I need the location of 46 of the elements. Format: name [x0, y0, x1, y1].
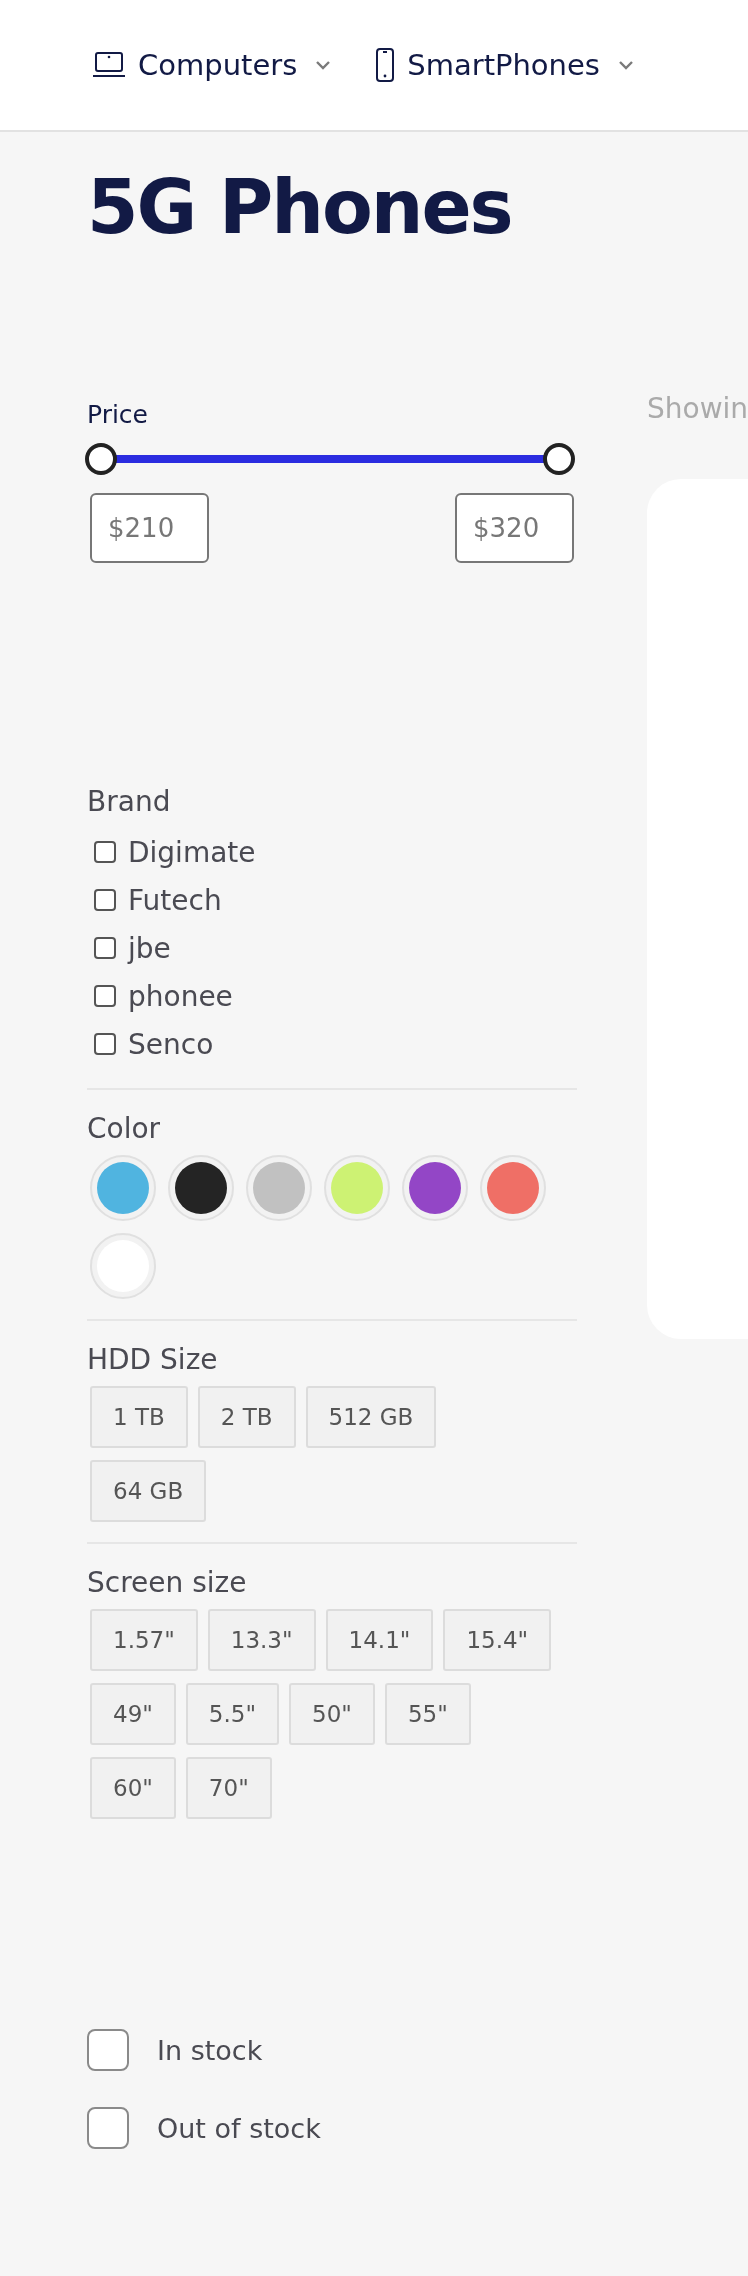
checkbox-label[interactable]: phonee: [128, 979, 233, 1013]
checkbox[interactable]: [94, 1033, 116, 1055]
checkbox[interactable]: [94, 841, 116, 863]
size-option[interactable]: 512 GB: [305, 1386, 437, 1448]
page-title: 5G Phones: [87, 163, 513, 252]
min-price-field[interactable]: $210: [90, 493, 209, 563]
size-option[interactable]: 5.5": [185, 1683, 280, 1745]
size-option[interactable]: 70": [185, 1757, 272, 1819]
size-option[interactable]: 15.4": [443, 1609, 552, 1671]
checkbox-label[interactable]: Senco: [128, 1027, 214, 1061]
filter-heading: Screen size: [87, 1566, 248, 1599]
checkbox[interactable]: [94, 889, 116, 911]
slider-handle[interactable]: [85, 443, 117, 475]
max-price-field[interactable]: $320: [455, 493, 574, 563]
slider-handle[interactable]: [543, 443, 575, 475]
filter-heading: Price: [87, 400, 149, 429]
nav-menu-item[interactable]: SmartPhones: [375, 48, 634, 82]
checkbox-label[interactable]: In stock: [157, 2034, 263, 2066]
size-option[interactable]: 13.3": [207, 1609, 316, 1671]
size-option[interactable]: 1 TB: [90, 1386, 188, 1448]
size-option[interactable]: 60": [90, 1757, 176, 1819]
price-range-slider[interactable]: [85, 443, 575, 475]
size-option[interactable]: 2 TB: [197, 1386, 296, 1448]
checkbox-label[interactable]: Futech: [128, 883, 222, 917]
checkbox-label[interactable]: jbe: [128, 931, 171, 965]
checkbox[interactable]: [87, 2107, 129, 2149]
size-option[interactable]: 64 GB: [90, 1460, 207, 1522]
laptop-icon: [92, 51, 126, 79]
chevron-down-icon: [617, 60, 634, 70]
size-option[interactable]: 55": [384, 1683, 471, 1745]
results-count-text: Showin: [647, 392, 748, 425]
checkbox-label[interactable]: Digimate: [128, 835, 256, 869]
checkbox[interactable]: [94, 937, 116, 959]
checkbox[interactable]: [87, 2029, 129, 2071]
nav-menu-item[interactable]: Computers: [92, 48, 332, 82]
checkbox-label[interactable]: Out of stock: [157, 2112, 321, 2144]
phone-icon: [375, 48, 396, 82]
filter-heading: Brand: [87, 785, 172, 818]
filter-heading: Color: [87, 1112, 162, 1145]
size-option[interactable]: 1.57": [90, 1609, 198, 1671]
filter-heading: HDD Size: [87, 1343, 219, 1376]
chevron-down-icon: [315, 60, 332, 70]
checkbox[interactable]: [94, 985, 116, 1007]
size-option[interactable]: 14.1": [325, 1609, 434, 1671]
size-option[interactable]: 50": [289, 1683, 375, 1745]
size-option[interactable]: 49": [90, 1683, 176, 1745]
